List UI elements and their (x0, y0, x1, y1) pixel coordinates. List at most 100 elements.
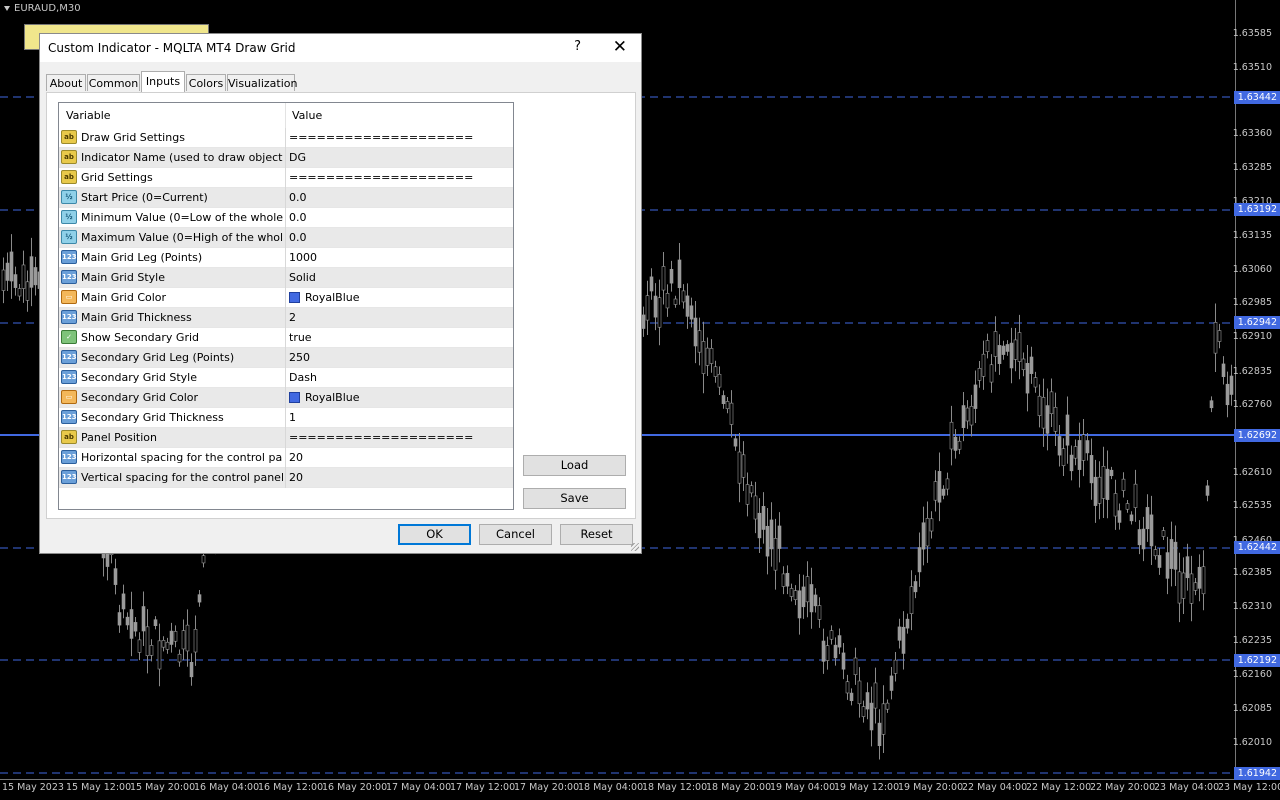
candle-body (1189, 573, 1194, 604)
candle-body (169, 630, 174, 645)
save-button[interactable]: Save (523, 488, 626, 509)
resize-grip-icon[interactable] (631, 543, 639, 551)
variable-value[interactable]: 0.0 (289, 191, 307, 204)
variable-value[interactable]: ==================== (289, 131, 473, 144)
candle-body (1213, 322, 1218, 354)
input-row[interactable]: 123 Horizontal spacing for the control pa… (59, 448, 513, 468)
input-row[interactable]: 123 Secondary Grid Leg (Points) 250 (59, 348, 513, 368)
grid-price-label: 1.63192 (1233, 203, 1280, 216)
input-row[interactable]: ab Grid Settings ==================== (59, 168, 513, 188)
candle-body (1201, 566, 1206, 595)
input-row[interactable]: 123 Main Grid Leg (Points) 1000 (59, 248, 513, 268)
tab-inputs[interactable]: Inputs (141, 71, 185, 92)
input-row[interactable]: ▭ Main Grid Color RoyalBlue (59, 288, 513, 308)
time-axis-label: 19 May 20:00 (898, 782, 964, 793)
input-row[interactable]: 123 Main Grid Style Solid (59, 268, 513, 288)
ok-button[interactable]: OK (398, 524, 471, 545)
variable-value[interactable]: 1 (289, 411, 296, 424)
variable-value[interactable]: 20 (289, 471, 303, 484)
dropdown-triangle-icon[interactable] (4, 5, 10, 11)
grid-header: Variable Value (59, 103, 513, 128)
variable-value[interactable]: ==================== (289, 431, 473, 444)
input-row[interactable]: ½ Minimum Value (0=Low of the whole chart… (59, 208, 513, 228)
column-divider[interactable] (285, 103, 286, 128)
help-button[interactable]: ? (574, 39, 581, 54)
candle-body (1161, 530, 1166, 537)
price-tick-label: 1.62760 (1232, 399, 1272, 410)
variable-value[interactable]: Dash (289, 371, 317, 384)
time-axis-label: 22 May 20:00 (1090, 782, 1156, 793)
candle-body (965, 407, 970, 422)
variable-value[interactable]: 0.0 (289, 211, 307, 224)
candle-body (1017, 332, 1022, 362)
candle-body (1053, 407, 1058, 432)
variable-name: Main Grid Style (81, 271, 165, 284)
input-row[interactable]: ½ Start Price (0=Current) 0.0 (59, 188, 513, 208)
integer-type-icon: 123 (61, 350, 77, 364)
input-row[interactable]: 123 Secondary Grid Style Dash (59, 368, 513, 388)
candle-body (645, 295, 650, 321)
grid-price-label: 1.62192 (1233, 654, 1280, 667)
candle-body (909, 586, 914, 614)
variable-value[interactable]: ==================== (289, 171, 473, 184)
load-button[interactable]: Load (523, 455, 626, 476)
input-row[interactable]: 123 Main Grid Thickness 2 (59, 308, 513, 328)
input-row[interactable]: 123 Secondary Grid Thickness 1 (59, 408, 513, 428)
variable-value[interactable]: 20 (289, 451, 303, 464)
tab-common[interactable]: Common (87, 74, 140, 91)
candle-body (829, 630, 834, 640)
column-header-variable[interactable]: Variable (66, 109, 111, 122)
candle-body (197, 594, 202, 603)
variable-value-text: 1000 (289, 251, 317, 264)
time-axis-border (0, 779, 1236, 780)
variable-value[interactable]: true (289, 331, 312, 344)
variable-value[interactable]: 1000 (289, 251, 317, 264)
candle-body (793, 590, 798, 600)
input-row[interactable]: 123 Vertical spacing for the control pane… (59, 468, 513, 488)
candle-body (1037, 395, 1042, 416)
candle-body (881, 703, 886, 735)
price-tick-label: 1.62910 (1232, 331, 1272, 342)
variable-value[interactable]: DG (289, 151, 306, 164)
grid-price-label: 1.62942 (1233, 316, 1280, 329)
input-row[interactable]: ab Draw Grid Settings ==================== (59, 128, 513, 148)
grid-price-label: 1.61942 (1233, 767, 1280, 780)
tab-visualization[interactable]: Visualization (227, 74, 297, 91)
input-row[interactable]: ✓ Show Secondary Grid true (59, 328, 513, 348)
variable-name: Main Grid Leg (Points) (81, 251, 203, 264)
variable-value[interactable]: Solid (289, 271, 316, 284)
candle-body (1009, 342, 1014, 369)
variable-value[interactable]: RoyalBlue (289, 391, 360, 404)
candle-body (173, 631, 178, 642)
input-row[interactable]: ab Indicator Name (used to draw objects) D… (59, 148, 513, 168)
time-axis-label: 17 May 04:00 (386, 782, 452, 793)
dialog-titlebar[interactable]: Custom Indicator - MQLTA MT4 Draw Grid ?… (40, 34, 641, 62)
candle-body (1209, 400, 1214, 409)
variable-value[interactable]: 2 (289, 311, 296, 324)
cancel-button[interactable]: Cancel (479, 524, 552, 545)
color-swatch (289, 392, 300, 403)
inputs-grid: Variable Value ab Draw Grid Settings =====… (58, 102, 514, 510)
reset-button[interactable]: Reset (560, 524, 633, 545)
price-tick-label: 1.62835 (1232, 366, 1272, 377)
candle-body (657, 297, 662, 328)
variable-value[interactable]: RoyalBlue (289, 291, 360, 304)
input-row[interactable]: ½ Maximum Value (0=High of the whole ch..… (59, 228, 513, 248)
close-button[interactable]: ✕ (613, 37, 627, 57)
variable-value[interactable]: 250 (289, 351, 310, 364)
indicator-dialog: Custom Indicator - MQLTA MT4 Draw Grid ?… (39, 33, 642, 554)
tab-colors[interactable]: Colors (186, 74, 226, 91)
input-row[interactable]: ab Panel Position ==================== (59, 428, 513, 448)
variable-value-text: 1 (289, 411, 296, 424)
candle-body (201, 555, 206, 564)
candle-body (1005, 344, 1010, 352)
input-row[interactable]: ▭ Secondary Grid Color RoyalBlue (59, 388, 513, 408)
tab-about[interactable]: About (46, 74, 86, 91)
variable-name: Main Grid Thickness (81, 311, 192, 324)
time-axis-label: 15 May 20:00 (130, 782, 196, 793)
column-header-value[interactable]: Value (292, 109, 322, 122)
candle-body (1025, 362, 1030, 394)
candle-body (745, 484, 750, 505)
variable-value[interactable]: 0.0 (289, 231, 307, 244)
integer-type-icon: 123 (61, 270, 77, 284)
